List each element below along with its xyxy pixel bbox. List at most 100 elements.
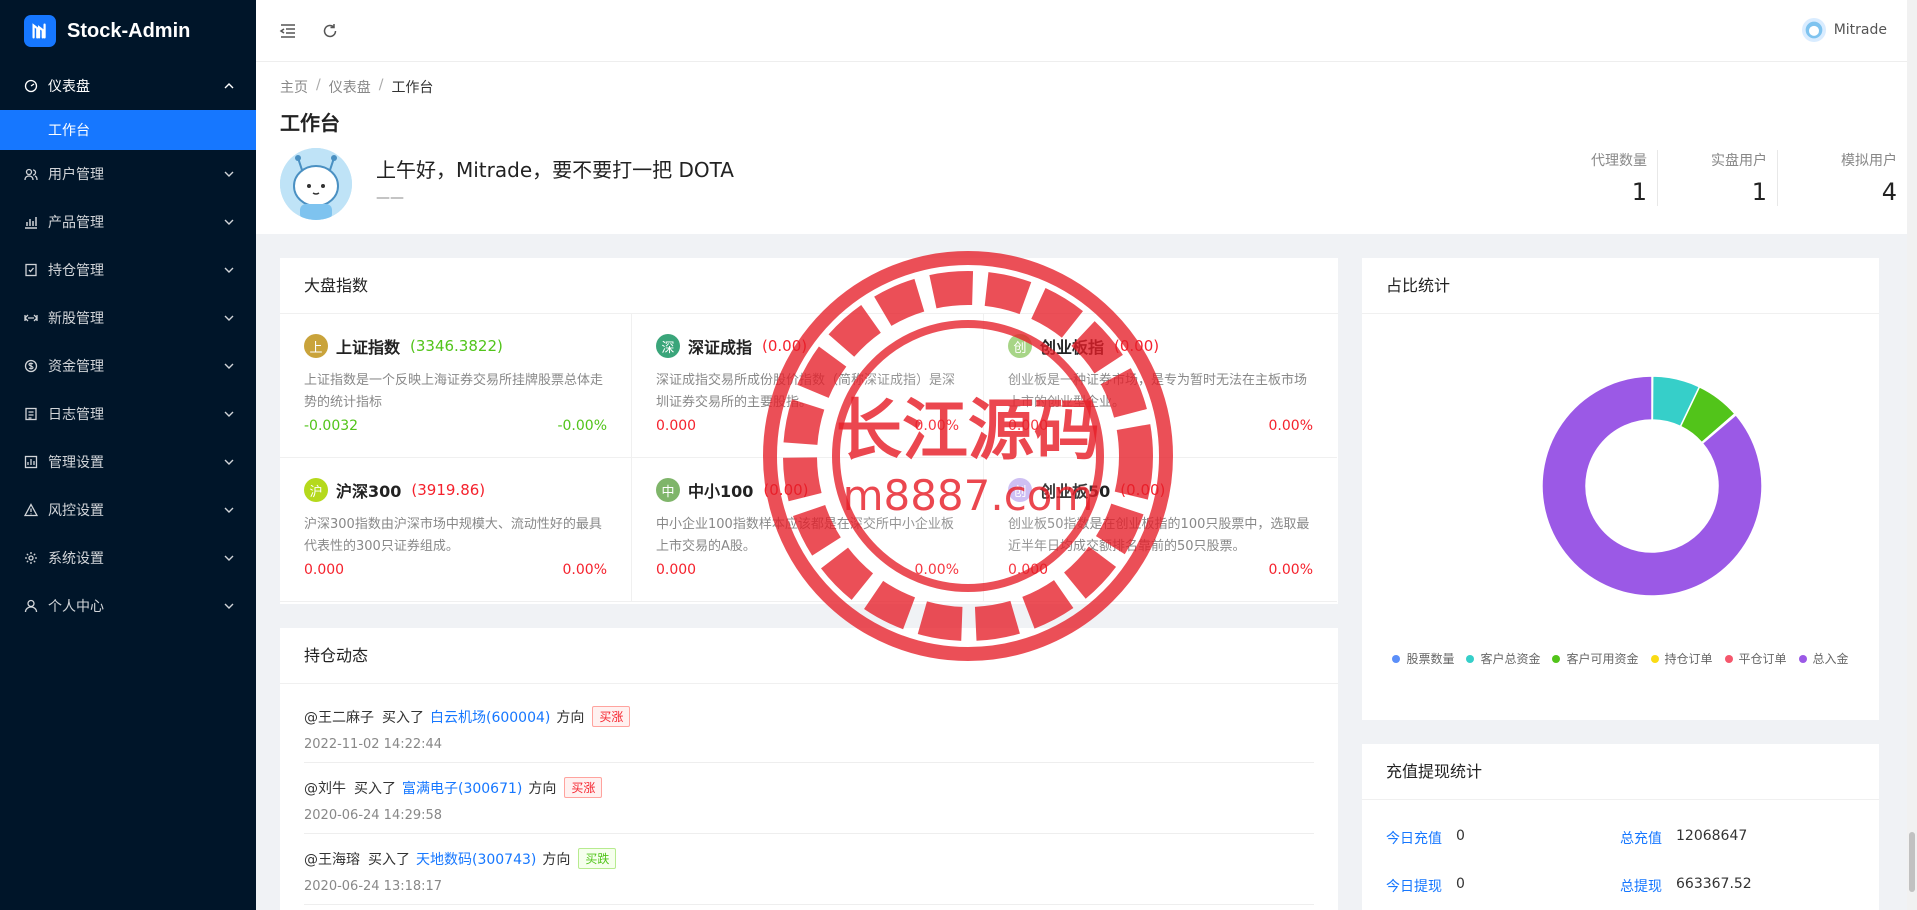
index-value: (0.00)	[1120, 481, 1166, 499]
sidebar-item[interactable]: 用户管理	[0, 150, 256, 198]
index-change: 0.000	[1008, 418, 1049, 434]
greeting-subtext: ——	[376, 190, 404, 206]
index-change: 0.000	[304, 562, 345, 578]
legend-dot-icon	[1798, 654, 1807, 663]
index-name: 深证成指	[688, 338, 753, 357]
breadcrumb: 主页 / 仪表盘 / 工作台	[280, 77, 434, 97]
withdraw-row: 今日提现 0 总提现 663367.52	[1386, 876, 1752, 896]
sidebar-item[interactable]: 风控设置	[0, 486, 256, 534]
direction-tag: 买跌	[578, 848, 617, 869]
index-name: 中小100	[688, 482, 754, 501]
feed-stock-link[interactable]: 白云机场(600004)	[430, 707, 550, 727]
feed-direction-label: 方向	[556, 709, 585, 726]
sidebar-item[interactable]: 个人中心	[0, 582, 256, 630]
feed-stock-link[interactable]: 富满电子(300671)	[402, 778, 522, 798]
card-title: 持仓动态	[280, 628, 1338, 684]
index-cell[interactable]: 沪沪深300 (3919.86) 沪深300指数由沪深市场中规模大、流动性好的最具代…	[280, 458, 632, 602]
breadcrumb-item[interactable]: 主页	[280, 77, 308, 97]
logo-icon	[24, 15, 56, 47]
page-header: 主页 / 仪表盘 / 工作台 工作台 上午好，Mitrade，要不要打一把 DO…	[256, 62, 1917, 234]
index-badge-icon: 沪	[304, 478, 328, 502]
scroll-thumb[interactable]	[1909, 832, 1915, 892]
ratio-card: 占比统计 股票数量 客户总资金 客户可用资金 持仓订单 平仓订单 总入金	[1362, 258, 1879, 720]
chevron-up-icon	[224, 81, 234, 91]
index-percent: 0.00%	[1268, 418, 1313, 434]
index-desc: 深证成指交易所成份股价指数（简称深证成指）是深圳证券交易所的主要股指。	[656, 373, 956, 410]
today-recharge-label[interactable]: 今日充值	[1386, 828, 1442, 848]
legend-dot-icon	[1552, 654, 1561, 663]
index-cell[interactable]: 中中小100 (0.00) 中小企业100指数样本应该都是在深交所中小企业板上市交易…	[632, 458, 984, 602]
feed-user[interactable]: @刘牛	[304, 778, 346, 798]
index-badge-icon: 上	[304, 334, 328, 358]
sidebar-item[interactable]: 日志管理	[0, 390, 256, 438]
sidebar-item[interactable]: 产品管理	[0, 198, 256, 246]
sidebar-item[interactable]: 资金管理	[0, 342, 256, 390]
index-value: (3346.3822)	[410, 337, 503, 355]
scrollbar[interactable]	[1907, 0, 1917, 910]
card-title: 大盘指数	[280, 258, 1338, 314]
sidebar-item-label: 管理设置	[48, 455, 104, 471]
breadcrumb-item[interactable]: 仪表盘	[329, 77, 371, 97]
legend-item[interactable]: 持仓订单	[1650, 650, 1713, 667]
index-cell[interactable]: 创创业板50 (0.00) 创业板50指数是在创业板指的100只股票中，选取最近半年…	[984, 458, 1337, 602]
index-percent: -0.00%	[557, 418, 607, 434]
list-item: @刘牛 买入了 富满电子(300671) 方向 买涨 2020-06-24 14:29:5…	[304, 763, 1314, 834]
chart-bar-icon	[24, 215, 38, 229]
stat-demo-users: 模拟用户 4	[1777, 150, 1897, 206]
sidebar-item-label: 新股管理	[48, 311, 104, 327]
sidebar-item[interactable]: 系统设置	[0, 534, 256, 582]
index-cell[interactable]: 上上证指数 (3346.3822) 上证指数是一个反映上海证券交易所挂牌股票总体走势…	[280, 314, 632, 458]
refresh-icon[interactable]	[320, 21, 340, 41]
feed-time: 2020-06-24 13:18:17	[304, 879, 443, 894]
legend-item[interactable]: 股票数量	[1392, 650, 1454, 667]
position-icon	[24, 263, 38, 277]
index-desc: 创业板50指数是在创业板指的100只股票中，选取最近半年日均成交额排名靠前的50…	[1008, 517, 1310, 554]
sidebar-item[interactable]: 仪表盘	[0, 62, 256, 110]
chevron-down-icon	[224, 553, 234, 563]
sidebar-item[interactable]: 持仓管理	[0, 246, 256, 294]
sidebar-item[interactable]: 管理设置	[0, 438, 256, 486]
index-value: (0.00)	[1114, 337, 1160, 355]
index-cell[interactable]: 创创业板指 (0.00) 创业板是一种证券市场，是专为暂时无法在主板市场上市的创业型…	[984, 314, 1337, 458]
chevron-down-icon	[224, 505, 234, 515]
index-name: 创业板50	[1040, 482, 1111, 501]
sidebar-subitem[interactable]: 工作台	[0, 110, 256, 150]
index-cell[interactable]: 深深证成指 (0.00) 深证成指交易所成份股价指数（简称深证成指）是深圳证券交易所…	[632, 314, 984, 458]
feed-action: 买入了	[354, 780, 396, 797]
legend-item[interactable]: 平仓订单	[1724, 650, 1787, 667]
user-menu[interactable]: Mitrade	[1801, 18, 1887, 42]
chevron-down-icon	[224, 409, 234, 419]
sidebar-item[interactable]: 新股管理	[0, 294, 256, 342]
logo[interactable]: Stock-Admin	[0, 0, 256, 62]
sidebar-item-label: 持仓管理	[48, 263, 104, 279]
total-recharge-label[interactable]: 总充值	[1620, 828, 1662, 848]
sidebar-menu: 仪表盘 工作台 用户管理产品管理持仓管理新股管理资金管理 日志管理管理设置风控设置 系统…	[0, 62, 256, 630]
app-title: Stock-Admin	[67, 19, 191, 42]
stat-agents: 代理数量 1	[1591, 153, 1647, 206]
chevron-down-icon	[224, 457, 234, 467]
index-badge-icon: 中	[656, 478, 680, 502]
donut-chart	[1541, 375, 1763, 597]
chevron-down-icon	[224, 217, 234, 227]
top-header: Mitrade	[256, 0, 1917, 62]
log-icon	[24, 407, 38, 421]
legend-item[interactable]: 总入金	[1798, 650, 1849, 667]
sidebar-item-label: 产品管理	[48, 215, 104, 231]
menu-fold-icon[interactable]	[278, 21, 298, 41]
today-withdraw-label[interactable]: 今日提现	[1386, 876, 1442, 896]
page-title: 工作台	[280, 111, 340, 135]
legend-item[interactable]: 客户可用资金	[1552, 650, 1639, 667]
index-change: 0.000	[656, 418, 697, 434]
submenu: 工作台	[0, 110, 256, 150]
avatar	[1801, 18, 1826, 42]
index-change: 0.000	[656, 562, 697, 578]
feed-stock-link[interactable]: 天地数码(300743)	[416, 849, 536, 869]
feed-user[interactable]: @王海瑢	[304, 849, 360, 869]
index-value: (0.00)	[763, 481, 809, 499]
total-withdraw-label[interactable]: 总提现	[1620, 876, 1662, 896]
recharge-card: 充值提现统计 今日充值 0 总充值 12068647 今日提现 0 总提现 663367…	[1362, 744, 1879, 910]
feed-user[interactable]: @王二麻子	[304, 707, 374, 727]
legend-item[interactable]: 客户总资金	[1466, 650, 1540, 667]
index-percent: 0.00%	[914, 418, 959, 434]
index-desc: 沪深300指数由沪深市场中规模大、流动性好的最具代表性的300只证券组成。	[304, 517, 602, 554]
